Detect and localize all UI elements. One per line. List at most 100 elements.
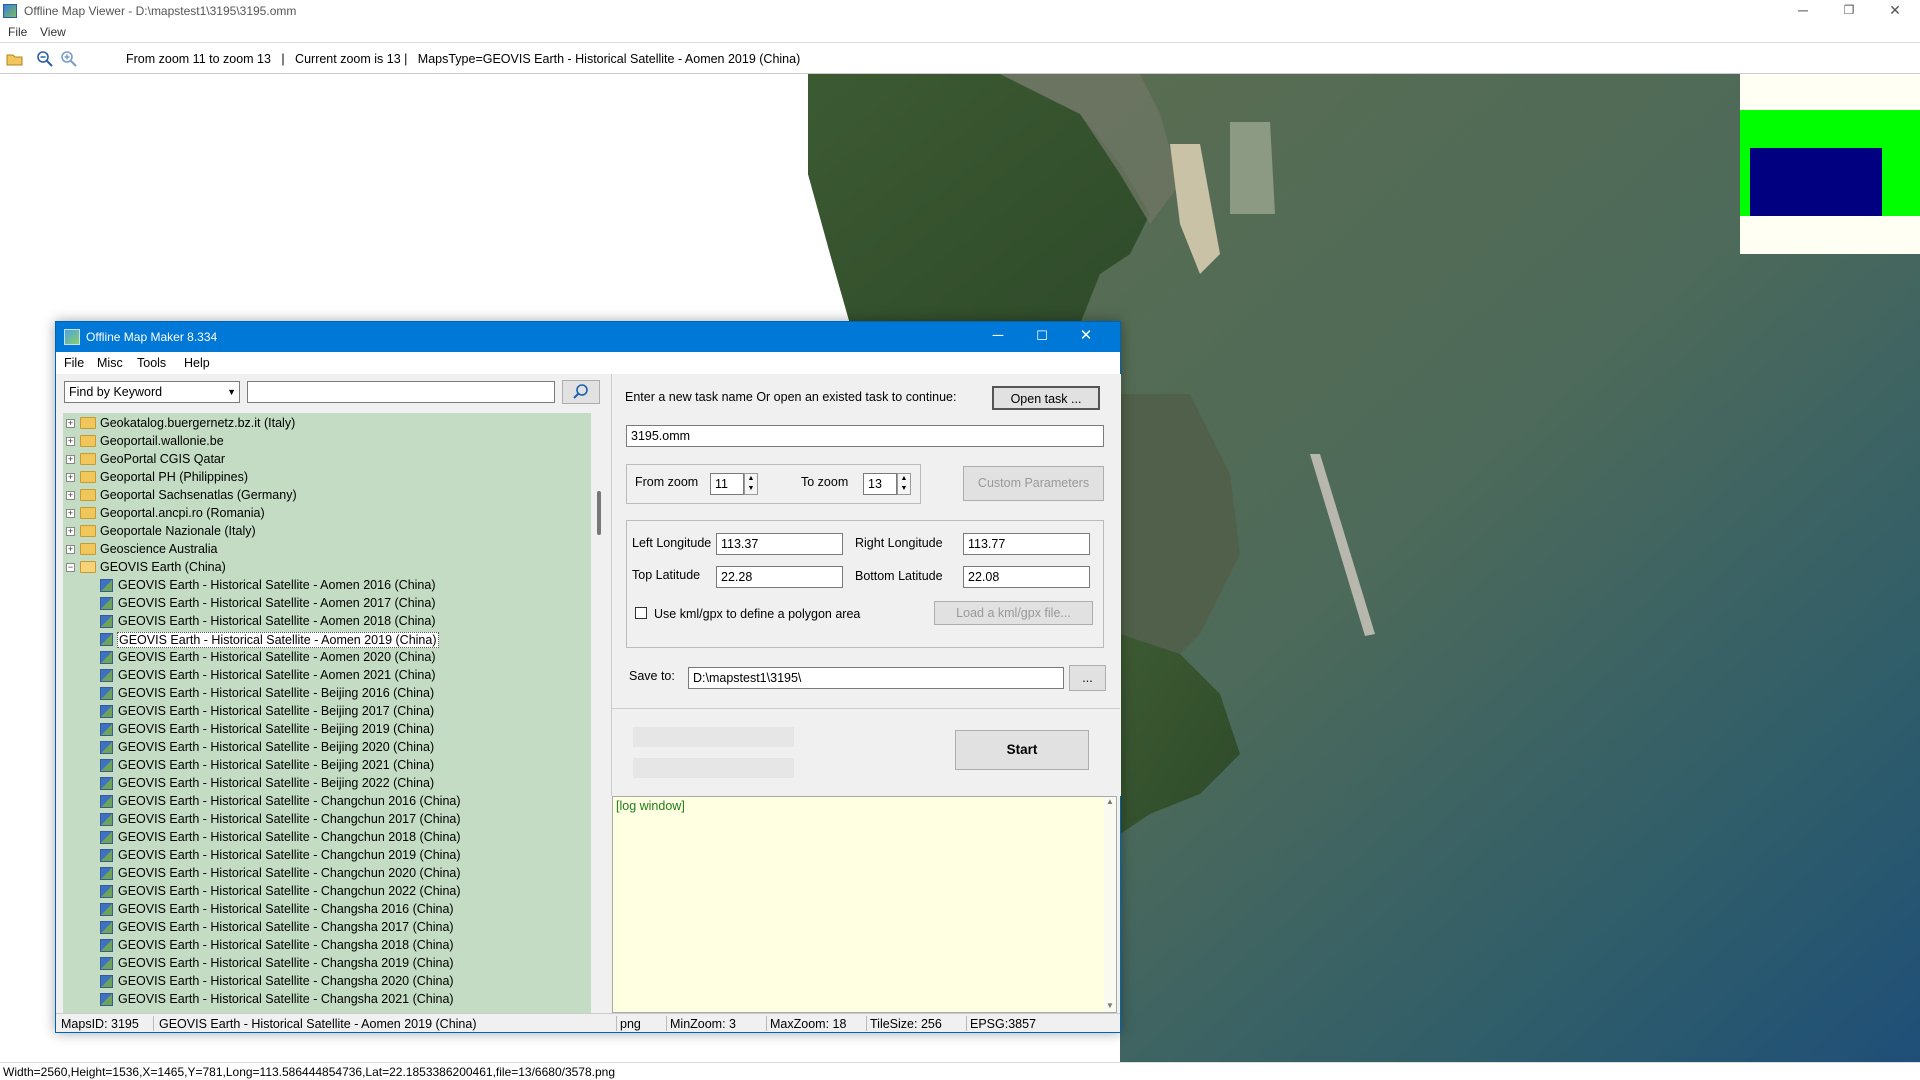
tree-item[interactable]: GEOVIS Earth - Historical Satellite - Be… (63, 757, 591, 775)
folder-icon (80, 543, 96, 555)
tree-item[interactable]: GEOVIS Earth - Historical Satellite - Ao… (63, 649, 591, 667)
tree-scroll-thumb[interactable] (597, 491, 601, 535)
open-folder-icon (80, 561, 96, 573)
status-min-zoom: MinZoom: 3 (670, 1017, 736, 1031)
close-button[interactable]: ✕ (1872, 0, 1918, 22)
maker-menu-tools[interactable]: Tools (137, 356, 166, 370)
zoom-info-text: From zoom 11 to zoom 13 | Current zoom i… (126, 52, 801, 66)
collapse-icon[interactable]: − (66, 563, 75, 572)
start-button[interactable]: Start (955, 730, 1089, 770)
to-zoom-spinner[interactable]: ▲ ▼ (897, 473, 911, 495)
browse-button[interactable]: ... (1069, 665, 1106, 691)
tree-folder[interactable]: + Geoscience Australia (63, 541, 591, 559)
task-name-input[interactable]: 3195.omm (626, 425, 1104, 447)
expand-icon[interactable]: + (66, 545, 75, 554)
menu-file[interactable]: File (8, 25, 27, 39)
tree-folder[interactable]: + Geoportail.wallonie.be (63, 433, 591, 451)
tree-item[interactable]: GEOVIS Earth - Historical Satellite - Be… (63, 739, 591, 757)
tree-item[interactable]: GEOVIS Earth - Historical Satellite - Be… (63, 775, 591, 793)
tree-scrollbar[interactable] (592, 413, 609, 1013)
viewer-title: Offline Map Viewer - D:\mapstest1\3195\3… (24, 4, 297, 18)
expand-icon[interactable]: + (66, 437, 75, 446)
tree-folder[interactable]: + Geokatalog.buergernetz.bz.it (Italy) (63, 415, 591, 433)
right-longitude-input[interactable]: 113.77 (963, 533, 1090, 555)
map-layer-icon (100, 615, 113, 628)
maker-menu-misc[interactable]: Misc (97, 356, 123, 370)
map-layer-icon (100, 921, 113, 934)
expand-icon[interactable]: + (66, 527, 75, 536)
open-folder-icon[interactable] (6, 50, 24, 68)
tree-folder[interactable]: + Geoportal Sachsenatlas (Germany) (63, 487, 591, 505)
from-zoom-spinner[interactable]: ▲ ▼ (744, 473, 758, 495)
expand-icon[interactable]: + (66, 473, 75, 482)
open-task-button[interactable]: Open task ... (992, 386, 1100, 410)
save-path-input[interactable]: D:\mapstest1\3195\ (688, 667, 1064, 689)
tree-item[interactable]: GEOVIS Earth - Historical Satellite - Ch… (63, 937, 591, 955)
restore-button[interactable]: ❐ (1826, 0, 1872, 22)
search-mode-select[interactable]: Find by Keyword ▼ (64, 381, 240, 403)
load-kml-button[interactable]: Load a kml/gpx file... (934, 601, 1093, 625)
maker-maximize-button[interactable]: ☐ (1020, 322, 1064, 352)
to-zoom-input[interactable]: 13 (863, 473, 897, 495)
map-source-tree[interactable]: + Geokatalog.buergernetz.bz.it (Italy) +… (63, 413, 591, 1013)
tree-item[interactable]: GEOVIS Earth - Historical Satellite - Ch… (63, 811, 591, 829)
maker-menu-file[interactable]: File (64, 356, 84, 370)
from-zoom-input[interactable]: 11 (710, 473, 744, 495)
tree-item[interactable]: GEOVIS Earth - Historical Satellite - Ch… (63, 991, 591, 1009)
tree-folder[interactable]: + Geoportale Nazionale (Italy) (63, 523, 591, 541)
search-button[interactable] (562, 380, 600, 404)
tree-item[interactable]: GEOVIS Earth - Historical Satellite - Ao… (63, 667, 591, 685)
tree-item[interactable]: GEOVIS Earth - Historical Satellite - Be… (63, 721, 591, 739)
tree-folder[interactable]: + GeoPortal CGIS Qatar (63, 451, 591, 469)
tree-folder-label: Geoportal PH (Philippines) (100, 470, 248, 484)
tree-folder[interactable]: + Geoportal PH (Philippines) (63, 469, 591, 487)
status-epsg: EPSG:3857 (970, 1017, 1037, 1031)
tree-item[interactable]: GEOVIS Earth - Historical Satellite - Ch… (63, 919, 591, 937)
expand-icon[interactable]: + (66, 419, 75, 428)
tree-folder-open[interactable]: − GEOVIS Earth (China) (63, 559, 591, 577)
zoom-in-icon[interactable] (60, 50, 78, 68)
custom-parameters-button[interactable]: Custom Parameters (963, 466, 1104, 501)
bottom-latitude-input[interactable]: 22.08 (963, 566, 1090, 588)
maker-minimize-button[interactable]: ─ (976, 322, 1020, 352)
status-separator (966, 1016, 967, 1031)
minimize-button[interactable]: ─ (1780, 0, 1826, 22)
log-window[interactable]: [log window] ▲ ▼ (612, 796, 1117, 1013)
search-input[interactable] (247, 381, 555, 403)
maker-close-button[interactable]: ✕ (1064, 322, 1108, 352)
tree-item[interactable]: GEOVIS Earth - Historical Satellite - Ao… (63, 595, 591, 613)
zoom-out-icon[interactable] (36, 50, 54, 68)
left-longitude-input[interactable]: 113.37 (716, 533, 843, 555)
tree-item[interactable]: GEOVIS Earth - Historical Satellite - Ch… (63, 793, 591, 811)
log-scrollbar[interactable]: ▲ ▼ (1104, 797, 1116, 1012)
tree-item[interactable]: GEOVIS Earth - Historical Satellite - Ch… (63, 973, 591, 991)
status-map-name: GEOVIS Earth - Historical Satellite - Ao… (159, 1017, 477, 1031)
expand-icon[interactable]: + (66, 455, 75, 464)
tree-item[interactable]: GEOVIS Earth - Historical Satellite - Ch… (63, 883, 591, 901)
maker-menu-help[interactable]: Help (184, 356, 210, 370)
map-layer-icon (100, 651, 113, 664)
top-latitude-input[interactable]: 22.28 (716, 566, 843, 588)
maker-menu-bar: File Misc Tools Help (56, 352, 1120, 374)
expand-icon[interactable]: + (66, 509, 75, 518)
tree-folder[interactable]: + Geoportal.ancpi.ro (Romania) (63, 505, 591, 523)
to-zoom-label: To zoom (801, 475, 849, 489)
tree-item[interactable]: GEOVIS Earth - Historical Satellite - Ao… (63, 631, 591, 649)
tree-item[interactable]: GEOVIS Earth - Historical Satellite - Ch… (63, 829, 591, 847)
tree-item[interactable]: GEOVIS Earth - Historical Satellite - Ao… (63, 613, 591, 631)
top-latitude-label: Top Latitude (632, 568, 701, 582)
tree-item-label: GEOVIS Earth - Historical Satellite - Be… (118, 740, 435, 754)
tree-item[interactable]: GEOVIS Earth - Historical Satellite - Ch… (63, 901, 591, 919)
tree-item-label: GEOVIS Earth - Historical Satellite - Ch… (118, 794, 461, 808)
tree-item[interactable]: GEOVIS Earth - Historical Satellite - Ch… (63, 865, 591, 883)
tree-item[interactable]: GEOVIS Earth - Historical Satellite - Ch… (63, 847, 591, 865)
tree-item[interactable]: GEOVIS Earth - Historical Satellite - Be… (63, 703, 591, 721)
tree-item[interactable]: GEOVIS Earth - Historical Satellite - Be… (63, 685, 591, 703)
kml-checkbox[interactable] (635, 607, 647, 619)
tree-item[interactable]: GEOVIS Earth - Historical Satellite - Ao… (63, 577, 591, 595)
tree-item[interactable]: GEOVIS Earth - Historical Satellite - Ch… (63, 955, 591, 973)
expand-icon[interactable]: + (66, 491, 75, 500)
maker-title-bar[interactable]: Offline Map Maker 8.334 ─ ☐ ✕ (56, 322, 1120, 352)
menu-view[interactable]: View (40, 25, 66, 39)
search-mode-value: Find by Keyword (69, 385, 163, 399)
